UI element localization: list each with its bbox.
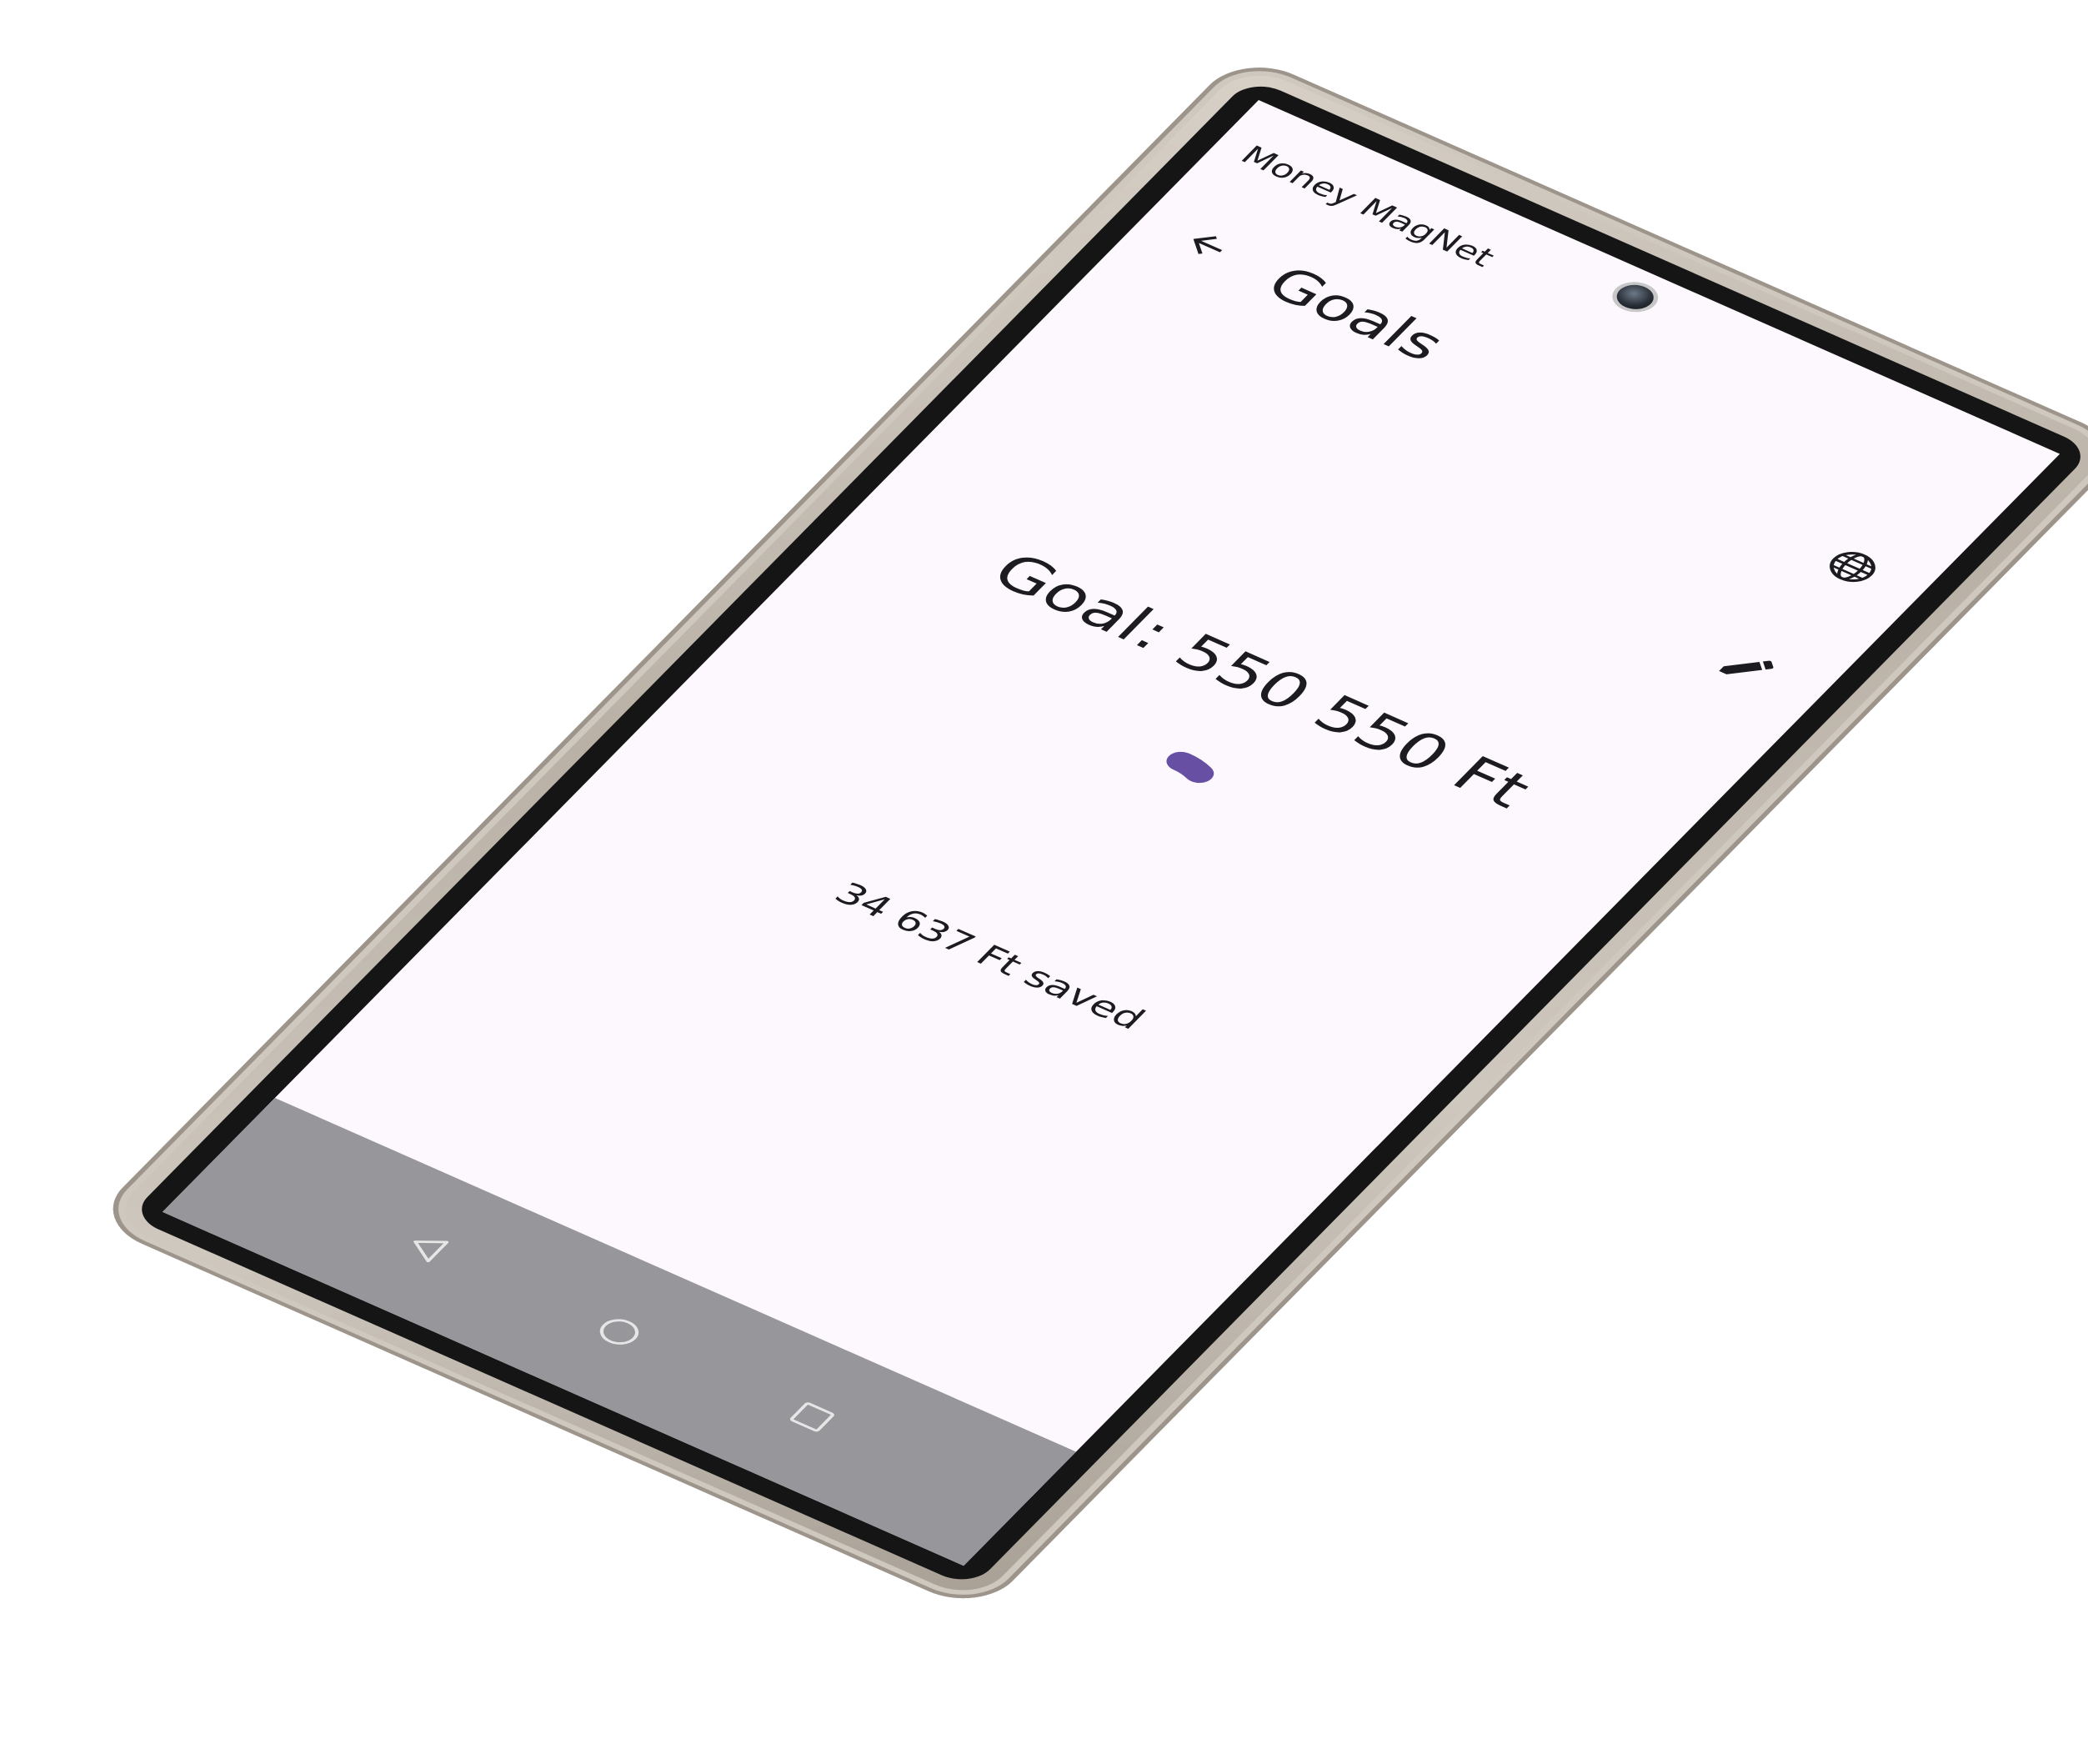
progress-arc [1166, 751, 1214, 784]
square-recents-icon [789, 1402, 834, 1432]
device: Money MagNet Goals Goal: 550 550 Ft 34 6… [89, 52, 2088, 1615]
globe-icon [1830, 552, 1875, 583]
edit-goal-button[interactable] [1694, 631, 1803, 704]
saved-amount-label: 34 637 Ft saved [826, 875, 1154, 1036]
nav-back-button[interactable] [366, 1206, 487, 1286]
goal-progress [1028, 714, 1269, 875]
page-title: Goals [1253, 257, 1458, 372]
nav-recents-button[interactable] [752, 1377, 873, 1457]
back-button[interactable] [1149, 207, 1265, 283]
progress-ring [1166, 751, 1214, 784]
front-camera [1610, 280, 1661, 314]
arrow-back-icon [1193, 236, 1223, 254]
triangle-back-icon [413, 1240, 449, 1263]
goal-amount-label: Goal: 550 550 Ft [978, 542, 1545, 819]
pencil-icon [1719, 660, 1774, 674]
nav-home-button[interactable] [558, 1291, 679, 1371]
system-nav-bar [162, 1098, 1076, 1566]
circle-home-icon [599, 1319, 639, 1345]
